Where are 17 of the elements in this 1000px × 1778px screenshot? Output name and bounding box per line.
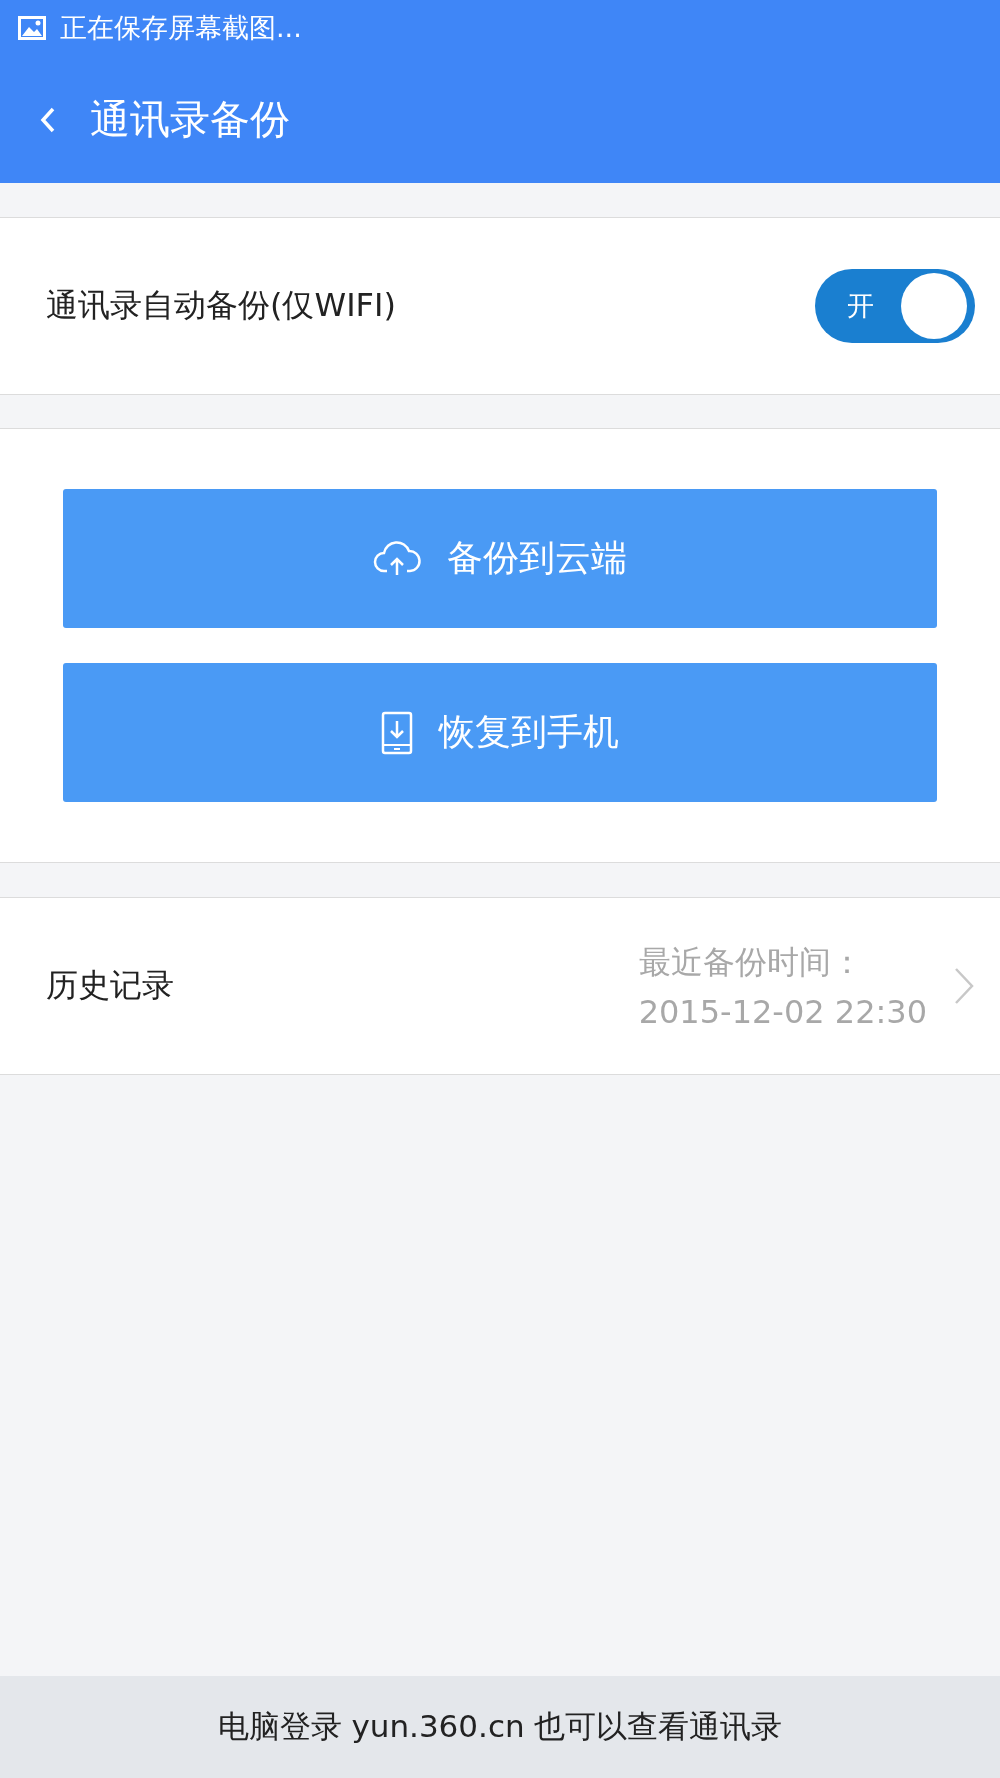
backup-time: 2015-12-02 22:30 bbox=[638, 993, 927, 1031]
row-label: 通讯录自动备份(仅WIFI) bbox=[46, 285, 396, 326]
backup-caption: 最近备份时间： bbox=[638, 942, 864, 983]
status-text: 正在保存屏幕截图... bbox=[60, 11, 302, 45]
toggle-label: 开 bbox=[847, 289, 874, 323]
back-icon bbox=[40, 105, 56, 134]
chevron-right-icon bbox=[953, 966, 975, 1006]
page-title: 通讯录备份 bbox=[90, 95, 290, 144]
action-button[interactable]: 备份到云端 bbox=[63, 489, 937, 628]
row-label: 历史记录 bbox=[46, 965, 174, 1006]
history-row[interactable]: 历史记录 最近备份时间： 2015-12-02 22:30 bbox=[0, 897, 1000, 1075]
phone-download-icon bbox=[381, 710, 413, 755]
toggle-knob bbox=[901, 273, 967, 339]
image-icon bbox=[18, 16, 46, 40]
toggle-switch[interactable]: 开 bbox=[815, 269, 975, 343]
footer-text: 电脑登录 yun.360.cn 也可以查看通讯录 bbox=[217, 1707, 783, 1746]
action-button[interactable]: 恢复到手机 bbox=[63, 663, 937, 802]
